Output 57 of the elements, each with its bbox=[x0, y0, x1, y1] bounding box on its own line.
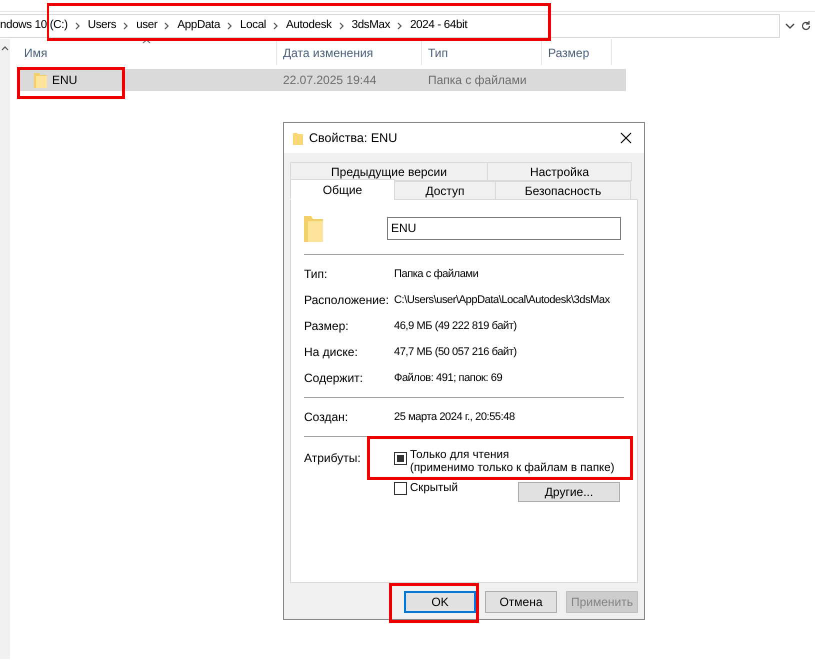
folder-icon bbox=[34, 72, 47, 88]
name-field[interactable]: ENU bbox=[387, 216, 621, 240]
address-bar[interactable]: ndows 10 (C:) Users user AppData Local Autodesk 3dsMax 2024 - 64bit bbox=[0, 14, 780, 38]
column-header[interactable]: Тип bbox=[422, 39, 542, 65]
field-label: Атрибуты: bbox=[304, 450, 362, 467]
file-name: ENU bbox=[52, 72, 78, 89]
chevron-right-icon[interactable] bbox=[227, 22, 234, 30]
breadcrumb-item[interactable]: Autodesk bbox=[286, 17, 332, 35]
field-value: 47,7 МБ (50 057 216 байт) bbox=[394, 344, 517, 360]
checkbox-label: Скрытый bbox=[410, 482, 458, 495]
folder-icon bbox=[304, 214, 323, 242]
tab[interactable]: Предыдущие версии bbox=[290, 162, 488, 181]
folder-icon bbox=[293, 132, 303, 144]
chevron-right-icon[interactable] bbox=[74, 22, 81, 30]
date-cell: 22.07.2025 19:44 bbox=[283, 73, 376, 87]
close-icon[interactable] bbox=[620, 132, 632, 144]
chevron-right-icon[interactable] bbox=[273, 22, 280, 30]
field-value: 46,9 МБ (49 222 819 байт) bbox=[394, 318, 517, 334]
field-label: Содержит: bbox=[304, 370, 364, 387]
field-label: Размер: bbox=[304, 318, 350, 335]
checkbox[interactable] bbox=[394, 482, 407, 495]
breadcrumb-item[interactable]: ndows 10 (C:) bbox=[0, 17, 68, 35]
field-label: На диске: bbox=[304, 344, 359, 361]
column-header[interactable]: Дата изменения bbox=[277, 39, 422, 65]
tab[interactable]: Безопасность bbox=[495, 181, 631, 200]
breadcrumb-item[interactable]: 2024 - 64bit bbox=[410, 17, 468, 35]
chevron-right-icon[interactable] bbox=[164, 22, 170, 30]
dialog-button[interactable]: OK bbox=[404, 591, 476, 613]
tab[interactable]: Доступ bbox=[394, 181, 496, 200]
file-row[interactable]: ENU 22.07.2025 19:44 Папка с файлами bbox=[18, 69, 626, 91]
chevron-right-icon[interactable] bbox=[123, 22, 130, 30]
field-value: Папка с файлами bbox=[394, 266, 478, 282]
dialog-button[interactable]: Отмена bbox=[485, 591, 557, 613]
breadcrumb-item[interactable]: Local bbox=[240, 17, 266, 35]
chevron-right-icon[interactable] bbox=[338, 22, 345, 30]
chevron-right-icon[interactable] bbox=[397, 22, 404, 30]
scroll-up-icon[interactable] bbox=[1, 45, 9, 51]
column-header[interactable]: Имя bbox=[18, 39, 277, 65]
breadcrumb-item[interactable]: AppData bbox=[177, 17, 220, 35]
other-button[interactable]: Другие... bbox=[518, 482, 620, 502]
breadcrumb-item[interactable]: Users bbox=[88, 17, 116, 35]
field-label: Расположение: bbox=[304, 292, 390, 309]
field-label: Создан: bbox=[304, 409, 350, 426]
column-header[interactable]: Размер bbox=[542, 39, 612, 65]
breadcrumb-item[interactable]: 3dsMax bbox=[352, 17, 390, 35]
tab[interactable]: Общие bbox=[290, 179, 395, 200]
checkbox-label: Только для чтения (применимо только к файлам в папке) bbox=[410, 449, 614, 475]
field-value: 25 марта 2024 г., 20:55:48 bbox=[394, 410, 515, 425]
window-title: Свойства: ENU bbox=[309, 130, 398, 147]
breadcrumb-item[interactable]: user bbox=[136, 17, 158, 35]
tab[interactable]: Настройка bbox=[487, 162, 632, 181]
field-label: Тип: bbox=[304, 266, 328, 283]
type-cell: Папка с файлами bbox=[428, 73, 527, 87]
field-value: C:\Users\user\AppData\Local\Autodesk\3dsMax bbox=[394, 292, 610, 308]
refresh-icon[interactable] bbox=[800, 20, 812, 32]
checkbox[interactable] bbox=[394, 452, 407, 465]
field-value: Файлов: 491; папок: 69 bbox=[394, 370, 502, 386]
